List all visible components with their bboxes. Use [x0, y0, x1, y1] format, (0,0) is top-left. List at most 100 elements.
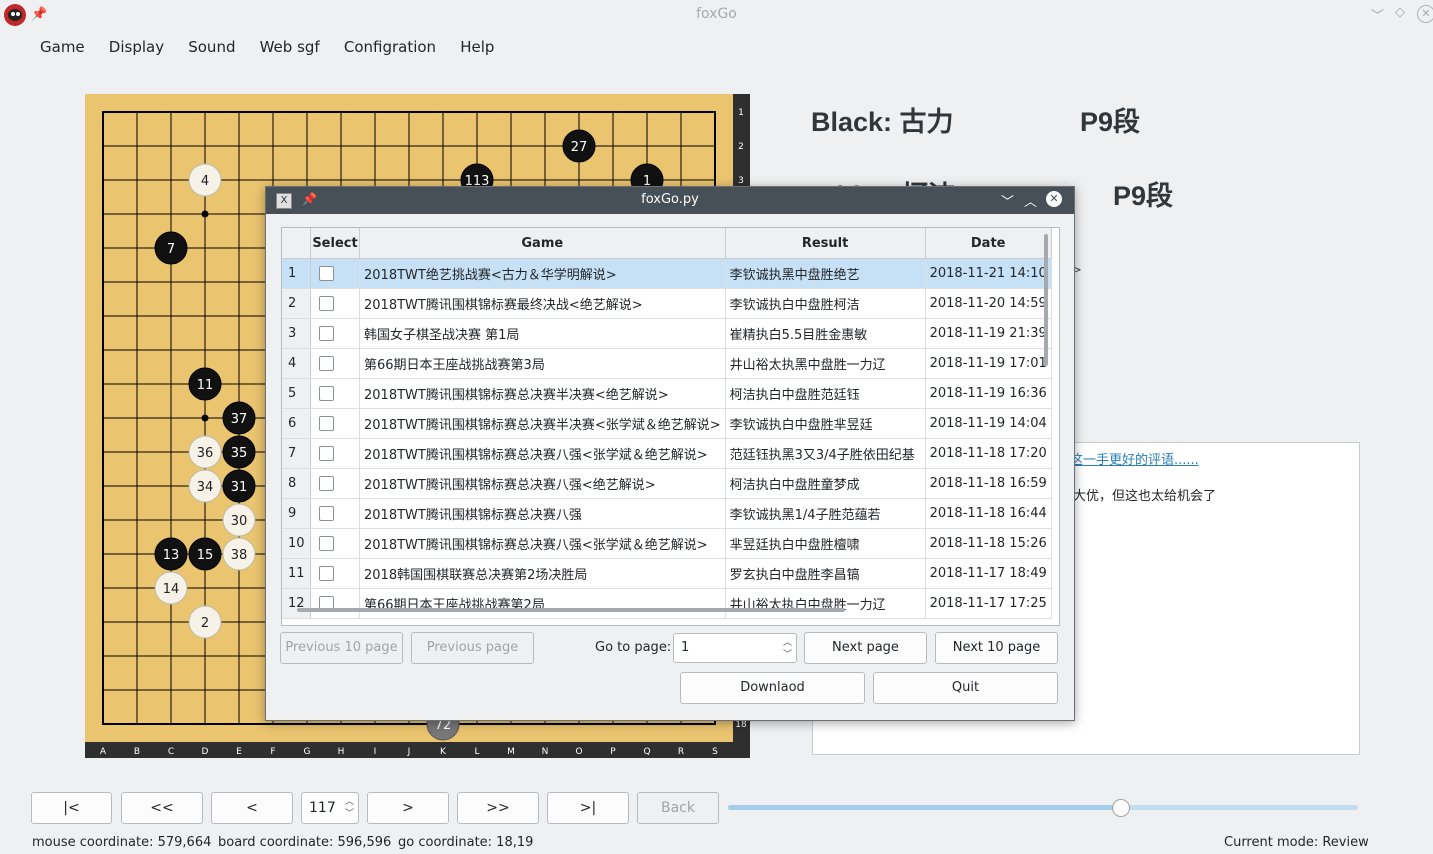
table-horizontal-scrollbar[interactable] [297, 608, 845, 612]
table-row[interactable]: 10 2018TWT腾讯围棋锦标赛总决赛八强<张学斌＆绝艺解说> 芈昱廷执白中盘胜檀… [282, 528, 1052, 559]
select-checkbox[interactable] [319, 296, 334, 311]
date-cell[interactable]: 2018-11-19 14:04 [925, 408, 1052, 439]
move-slider-handle[interactable] [1111, 799, 1130, 817]
select-checkbox[interactable] [319, 476, 334, 491]
table-row[interactable]: 2 2018TWT腾讯围棋锦标赛最终决战<绝艺解说> 李钦诚执白中盘胜柯洁 2018-… [282, 288, 1052, 319]
table-row[interactable]: 3 韩国女子棋圣战决赛 第1局 崔精执白5.5目胜金惠敏 2018-11-19 21:… [282, 318, 1052, 349]
page-spin-arrows-icon[interactable]: ︿ ﹀ [783, 637, 792, 661]
next-page-button[interactable]: Next page [804, 632, 927, 664]
move-number-value: 117 [309, 800, 336, 816]
game-cell[interactable]: 2018TWT腾讯围棋锦标赛总决赛半决赛<张学斌＆绝艺解说> [359, 408, 726, 439]
result-cell[interactable]: 柯洁执白中盘胜范廷钰 [725, 378, 926, 409]
result-cell[interactable]: 崔精执白5.5目胜金惠敏 [725, 318, 926, 349]
menu-display[interactable]: Display [99, 34, 174, 60]
result-cell[interactable]: 李钦诚执黑中盘胜绝艺 [725, 258, 926, 289]
dialog-maximize-icon[interactable]: ︿ [1024, 191, 1037, 210]
game-cell[interactable]: 韩国女子棋圣战决赛 第1局 [359, 318, 726, 349]
go-to-page-spinbox[interactable]: 1 ︿ ﹀ [673, 633, 797, 663]
back-button[interactable]: Back [637, 792, 719, 824]
column-header-result[interactable]: Result [725, 228, 926, 259]
game-cell[interactable]: 第66期日本王座战挑战赛第3局 [359, 348, 726, 379]
dialog-minimize-icon[interactable]: ﹀ [1001, 191, 1014, 210]
previous-move-button[interactable]: < [211, 792, 293, 824]
first-move-button[interactable]: |< [31, 792, 112, 824]
table-row[interactable]: 1 2018TWT绝艺挑战赛<古力＆华学明解说> 李钦诚执黑中盘胜绝艺 2018-11… [282, 258, 1052, 289]
result-cell[interactable]: 井山裕太执白中盘胜一力辽 [725, 588, 926, 619]
menu-sound[interactable]: Sound [178, 34, 245, 60]
date-cell[interactable]: 2018-11-21 14:10 [925, 258, 1052, 289]
game-cell[interactable]: 2018TWT腾讯围棋锦标赛最终决战<绝艺解说> [359, 288, 726, 319]
select-checkbox[interactable] [319, 356, 334, 371]
menu-help[interactable]: Help [450, 34, 504, 60]
select-checkbox[interactable] [319, 416, 334, 431]
spin-arrows-icon[interactable]: ︿ ﹀ [345, 796, 354, 820]
menu-game[interactable]: Game [30, 34, 95, 60]
result-cell[interactable]: 李钦诚执黑1/4子胜范蕴若 [725, 498, 926, 529]
next-10-page-button[interactable]: Next 10 page [935, 632, 1058, 664]
previous-10-page-button[interactable]: Previous 10 page [280, 632, 403, 664]
column-header-select[interactable]: Select [310, 228, 360, 259]
result-cell[interactable]: 李钦诚执白中盘胜柯洁 [725, 288, 926, 319]
date-cell[interactable]: 2018-11-18 17:20 [925, 438, 1052, 469]
download-button[interactable]: Downlaod [680, 672, 865, 704]
date-cell[interactable]: 2018-11-18 16:59 [925, 468, 1052, 499]
game-cell[interactable]: 第66期日本王座战挑战赛第2局 [359, 588, 726, 619]
result-cell[interactable]: 芈昱廷执白中盘胜檀啸 [725, 528, 926, 559]
table-vertical-scrollbar[interactable] [1044, 234, 1048, 366]
select-checkbox[interactable] [319, 326, 334, 341]
last-move-button[interactable]: >| [547, 792, 629, 824]
date-cell[interactable]: 2018-11-19 16:36 [925, 378, 1052, 409]
maximize-icon[interactable]: ◇ [1395, 5, 1405, 20]
black-player-name: Black: 古力 [811, 107, 954, 137]
previous-page-button[interactable]: Previous page [411, 632, 534, 664]
table-row[interactable]: 12 第66期日本王座战挑战赛第2局 井山裕太执白中盘胜一力辽 2018-11-17 … [282, 588, 1052, 619]
table-row[interactable]: 7 2018TWT腾讯围棋锦标赛总决赛八强<张学斌＆绝艺解说> 范廷钰执黑3又3/4… [282, 438, 1052, 469]
date-cell[interactable]: 2018-11-19 21:39 [925, 318, 1052, 349]
back-10-moves-button[interactable]: << [121, 792, 203, 824]
game-cell[interactable]: 2018TWT绝艺挑战赛<古力＆华学明解说> [359, 258, 726, 289]
column-header-game[interactable]: Game [359, 228, 726, 259]
game-cell[interactable]: 2018TWT腾讯围棋锦标赛总决赛八强<绝艺解说> [359, 468, 726, 499]
result-cell[interactable]: 井山裕太执黑中盘胜一力辽 [725, 348, 926, 379]
select-checkbox[interactable] [319, 536, 334, 551]
select-checkbox[interactable] [319, 266, 334, 281]
result-cell[interactable]: 李钦诚执白中盘胜芈昱廷 [725, 408, 926, 439]
result-cell[interactable]: 罗玄执白中盘胜李昌镐 [725, 558, 926, 589]
dialog-close-icon[interactable]: ✕ [1046, 191, 1062, 207]
table-row[interactable]: 4 第66期日本王座战挑战赛第3局 井山裕太执黑中盘胜一力辽 2018-11-19 1… [282, 348, 1052, 379]
date-cell[interactable]: 2018-11-17 17:25 [925, 588, 1052, 619]
game-cell[interactable]: 2018TWT腾讯围棋锦标赛总决赛八强<张学斌＆绝艺解说> [359, 438, 726, 469]
result-cell[interactable]: 范廷钰执黑3又3/4子胜依田纪基 [725, 438, 926, 469]
game-cell[interactable]: 2018TWT腾讯围棋锦标赛总决赛半决赛<绝艺解说> [359, 378, 726, 409]
table-row[interactable]: 11 2018韩国围棋联赛总决赛第2场决胜局 罗玄执白中盘胜李昌镐 2018-11-1… [282, 558, 1052, 589]
select-checkbox[interactable] [319, 506, 334, 521]
next-move-button[interactable]: > [367, 792, 449, 824]
select-checkbox[interactable] [319, 386, 334, 401]
column-header-date[interactable]: Date [925, 228, 1052, 259]
select-checkbox[interactable] [319, 566, 334, 581]
table-row[interactable]: 8 2018TWT腾讯围棋锦标赛总决赛八强<绝艺解说> 柯洁执白中盘胜童梦成 2018… [282, 468, 1052, 499]
game-cell[interactable]: 2018TWT腾讯围棋锦标赛总决赛八强 [359, 498, 726, 529]
minimize-icon[interactable]: ﹀ [1371, 5, 1384, 24]
date-cell[interactable]: 2018-11-19 17:01 [925, 348, 1052, 379]
date-cell[interactable]: 2018-11-20 14:59 [925, 288, 1052, 319]
date-cell[interactable]: 2018-11-18 15:26 [925, 528, 1052, 559]
forward-10-moves-button[interactable]: >> [457, 792, 539, 824]
table-row[interactable]: 5 2018TWT腾讯围棋锦标赛总决赛半决赛<绝艺解说> 柯洁执白中盘胜范廷钰 201… [282, 378, 1052, 409]
close-icon[interactable]: ✕ [1417, 5, 1433, 23]
move-number-spinbox[interactable]: 117 ︿ ﹀ [301, 792, 359, 824]
comment-link[interactable]: 这一手更好的评语...... [1070, 449, 1199, 468]
table-row[interactable]: 6 2018TWT腾讯围棋锦标赛总决赛半决赛<张学斌＆绝艺解说> 李钦诚执白中盘胜芈… [282, 408, 1052, 439]
game-cell[interactable]: 2018韩国围棋联赛总决赛第2场决胜局 [359, 558, 726, 589]
game-table[interactable]: Select Game Result Date 1 2018TWT绝艺挑战赛<古力… [281, 227, 1060, 626]
dialog-title-bar: X 📌 foxGo.py ﹀ ︿ ✕ [266, 187, 1074, 214]
select-checkbox[interactable] [319, 446, 334, 461]
date-cell[interactable]: 2018-11-17 18:49 [925, 558, 1052, 589]
quit-button[interactable]: Quit [873, 672, 1058, 704]
menu-configration[interactable]: Configration [334, 34, 446, 60]
result-cell[interactable]: 柯洁执白中盘胜童梦成 [725, 468, 926, 499]
game-cell[interactable]: 2018TWT腾讯围棋锦标赛总决赛八强<张学斌＆绝艺解说> [359, 528, 726, 559]
date-cell[interactable]: 2018-11-18 16:44 [925, 498, 1052, 529]
menu-web-sgf[interactable]: Web sgf [250, 34, 330, 60]
table-row[interactable]: 9 2018TWT腾讯围棋锦标赛总决赛八强 李钦诚执黑1/4子胜范蕴若 2018-11… [282, 498, 1052, 529]
